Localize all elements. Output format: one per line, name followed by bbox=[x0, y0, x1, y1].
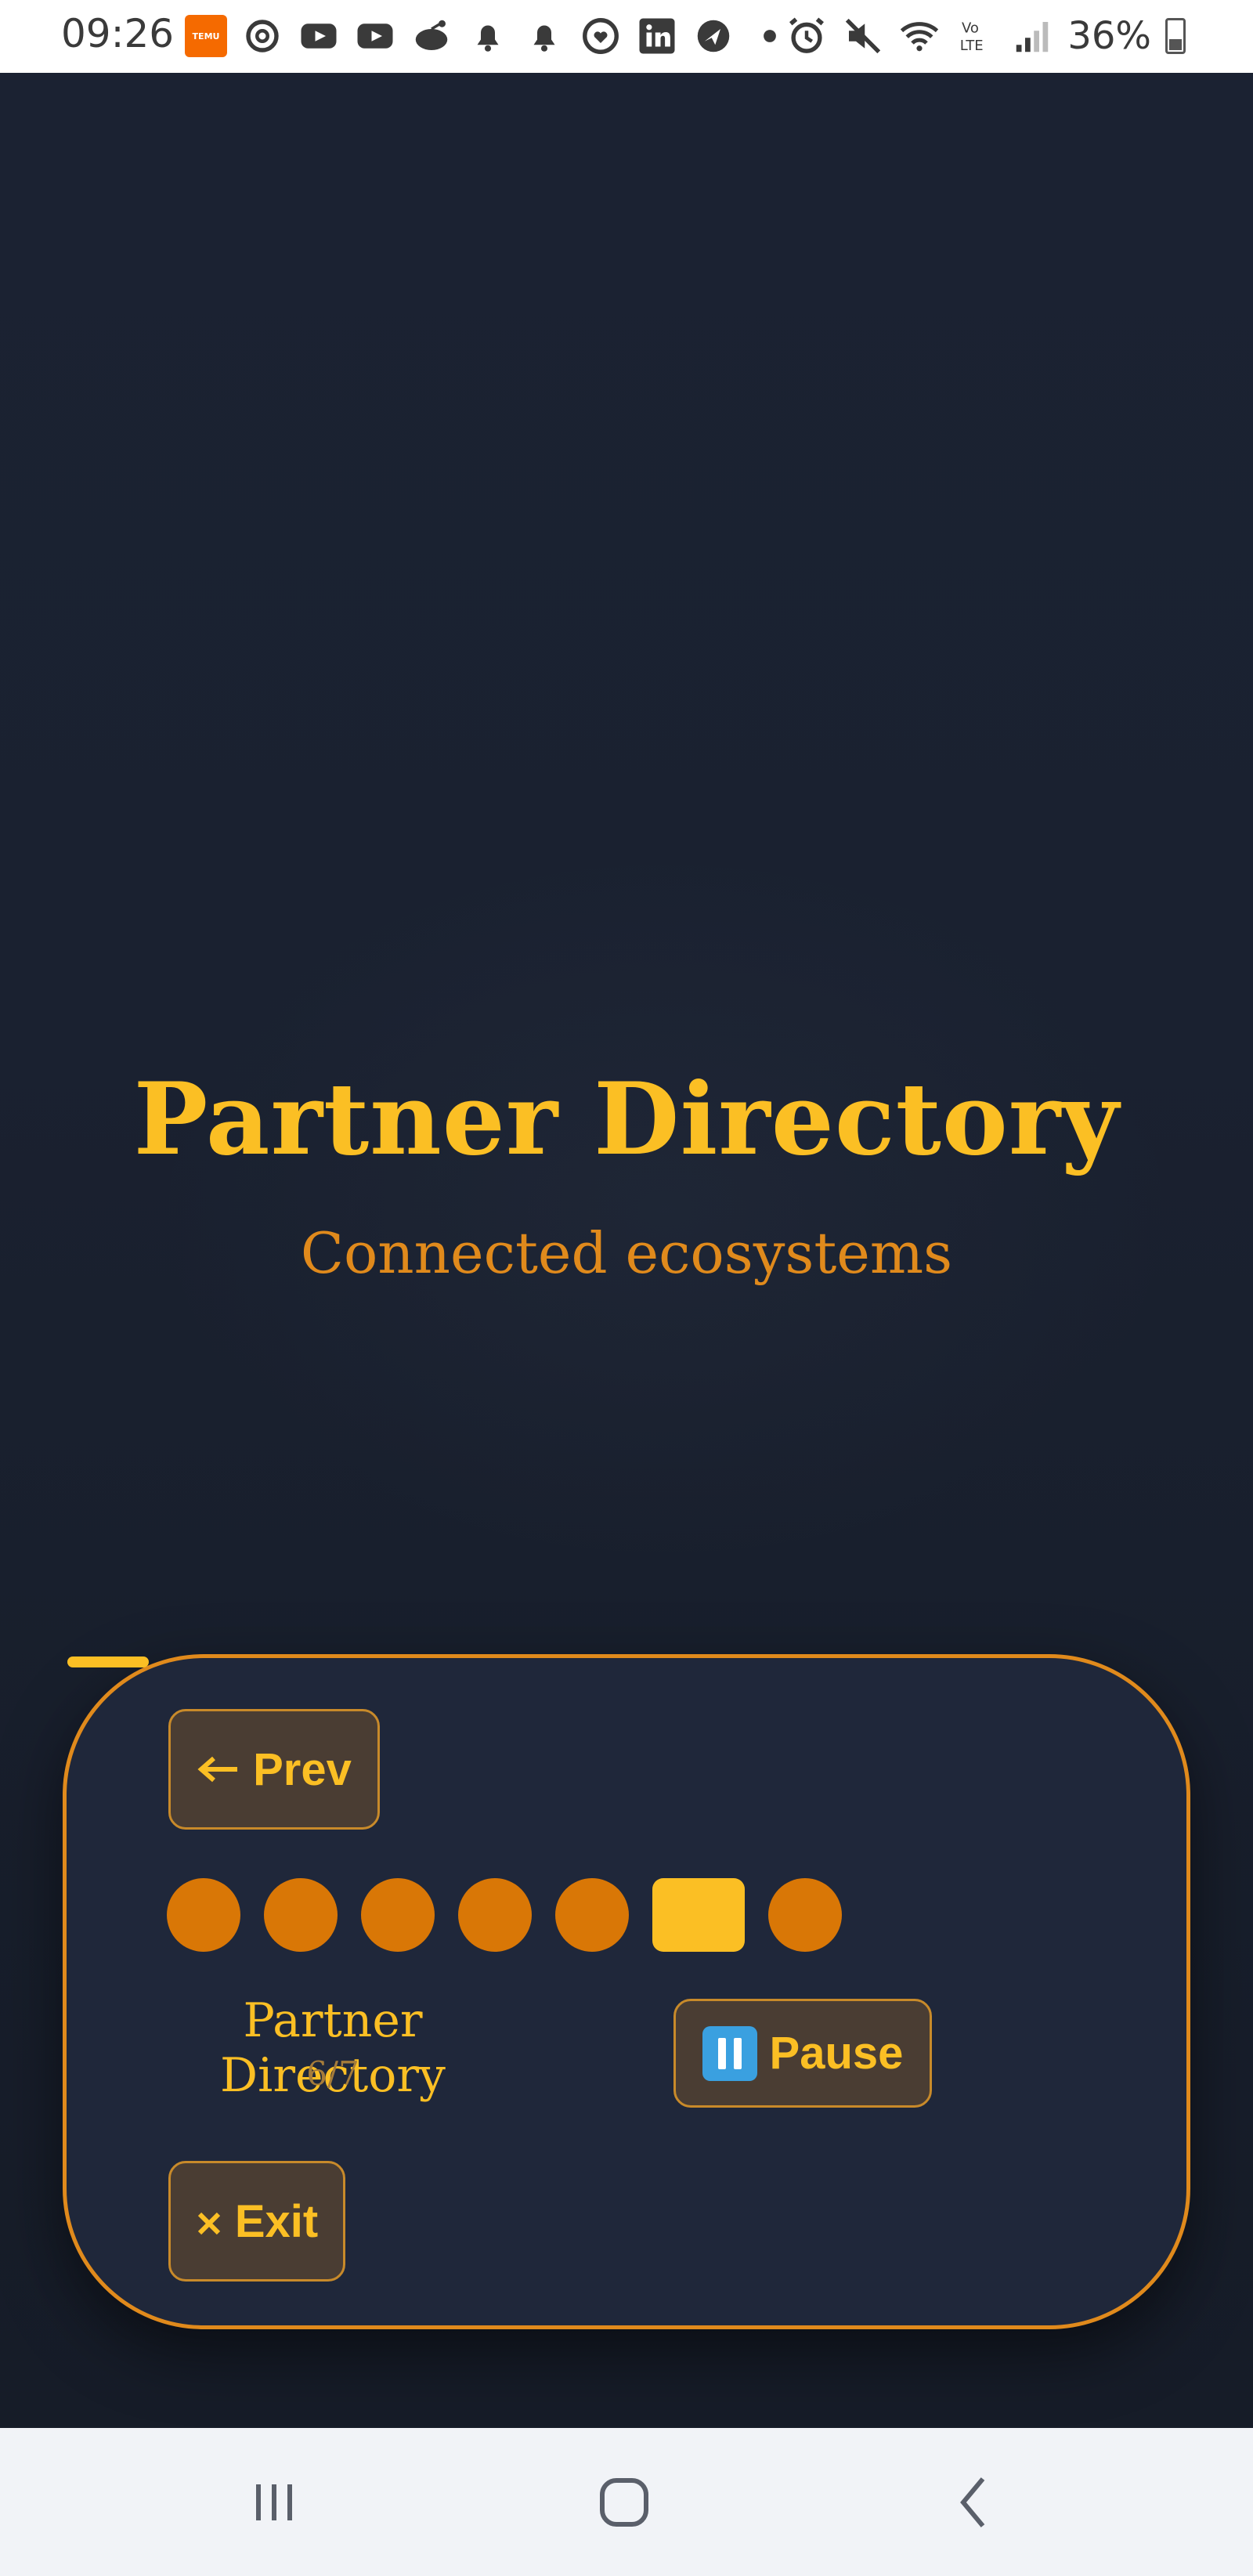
slide-subtitle: Connected ecosystems bbox=[300, 1220, 953, 1286]
slide-dot-4[interactable] bbox=[458, 1878, 532, 1952]
youtube-icon bbox=[298, 15, 340, 57]
pause-button[interactable]: Pause bbox=[673, 1999, 932, 2108]
pause-icon bbox=[702, 2025, 757, 2081]
temu-icon: TEMU bbox=[185, 15, 227, 57]
bell-icon bbox=[523, 15, 565, 57]
slide-dot-3[interactable] bbox=[361, 1878, 435, 1952]
threads-icon bbox=[241, 15, 283, 57]
panel-drag-handle[interactable] bbox=[67, 1657, 149, 1667]
slide-dot-1[interactable] bbox=[167, 1878, 240, 1952]
prev-label: Prev bbox=[253, 1743, 352, 1795]
mute-icon bbox=[842, 15, 884, 57]
slide-title: Partner Directory bbox=[133, 1061, 1120, 1177]
slide-dot-2[interactable] bbox=[264, 1878, 338, 1952]
home-icon bbox=[600, 2478, 648, 2527]
battery-percentage: 36% bbox=[1067, 14, 1151, 58]
signal-icon bbox=[1011, 15, 1053, 57]
svg-text:Vo: Vo bbox=[962, 20, 979, 37]
bell-icon bbox=[467, 15, 509, 57]
volte-icon: Vo LTE bbox=[955, 15, 997, 57]
slide-dot-7[interactable] bbox=[768, 1878, 842, 1952]
alarm-icon bbox=[785, 15, 828, 57]
recents-icon bbox=[256, 2484, 292, 2520]
youtube-icon bbox=[354, 15, 396, 57]
arrow-left-icon bbox=[197, 1743, 240, 1796]
slide-dot-6-active[interactable] bbox=[652, 1878, 745, 1952]
wifi-icon bbox=[898, 15, 941, 57]
linkedin-icon bbox=[636, 15, 678, 57]
background-glow bbox=[157, 856, 1175, 1561]
battery-icon bbox=[1165, 18, 1186, 54]
status-bar: 09:26 TEMU Vo LTE 36% bbox=[0, 0, 1253, 73]
back-button[interactable] bbox=[940, 2467, 1010, 2538]
notification-icons: TEMU bbox=[185, 15, 791, 57]
home-button[interactable] bbox=[589, 2467, 659, 2538]
slide-dot-5[interactable] bbox=[555, 1878, 629, 1952]
system-nav-bar bbox=[0, 2428, 1253, 2576]
temu-label: TEMU bbox=[192, 31, 220, 42]
system-icons: Vo LTE 36% bbox=[785, 13, 1186, 60]
heart-circle-icon bbox=[580, 15, 622, 57]
slide-counter: 6/7 bbox=[306, 2054, 359, 2093]
dot-icon bbox=[749, 15, 791, 57]
slide-indicators bbox=[167, 1877, 842, 1953]
recent-apps-button[interactable] bbox=[239, 2467, 309, 2538]
exit-label: Exit bbox=[234, 2195, 319, 2247]
back-icon bbox=[960, 2477, 985, 2527]
reddit-icon bbox=[410, 15, 453, 57]
navigation-icon bbox=[692, 15, 735, 57]
control-panel: Prev Partner Directory 6/7 Pause Exit bbox=[63, 1654, 1190, 2329]
close-icon bbox=[196, 2195, 222, 2248]
pause-label: Pause bbox=[769, 2028, 904, 2079]
prev-button[interactable]: Prev bbox=[168, 1709, 380, 1830]
svg-text:LTE: LTE bbox=[960, 38, 984, 54]
exit-button[interactable]: Exit bbox=[168, 2161, 345, 2282]
status-time: 09:26 bbox=[61, 11, 175, 56]
